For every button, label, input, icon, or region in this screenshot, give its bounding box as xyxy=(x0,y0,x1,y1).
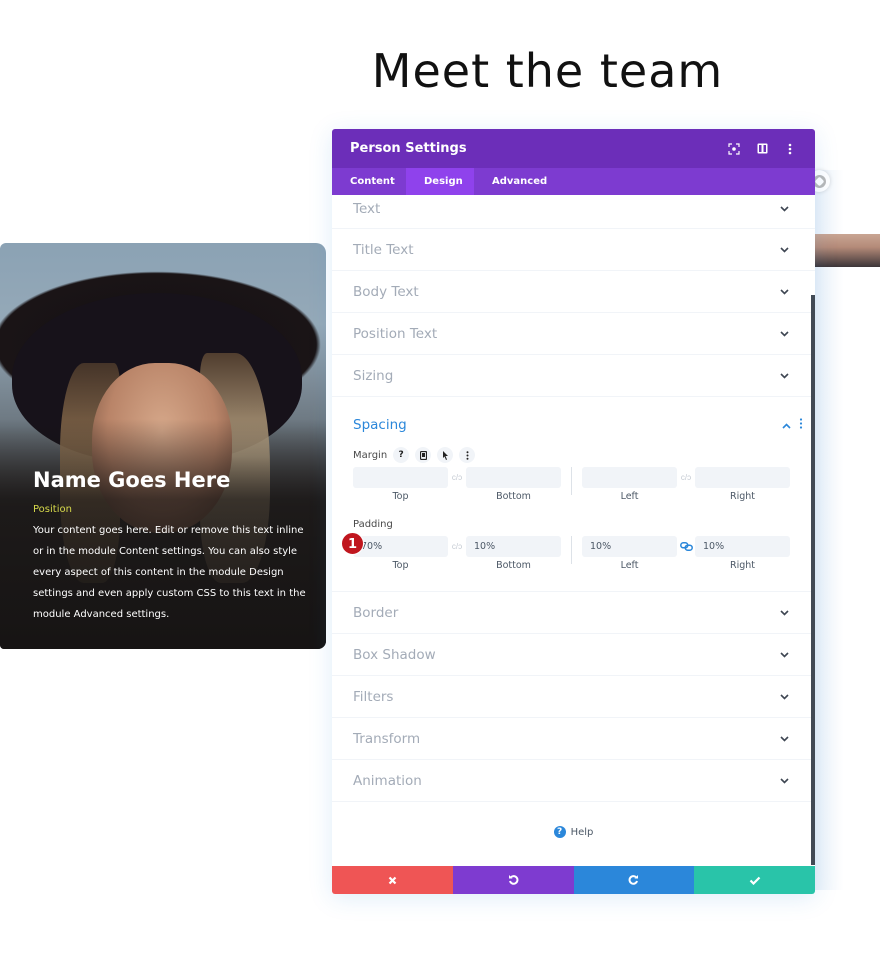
tab-design[interactable]: Design xyxy=(406,168,474,195)
modal-tabs: Content Design Advanced xyxy=(332,168,815,195)
padding-left-input[interactable]: 10% xyxy=(582,536,677,557)
responsive-icon[interactable] xyxy=(415,447,432,463)
group-sizing[interactable]: Sizing xyxy=(332,355,815,397)
split-view-icon[interactable] xyxy=(755,142,769,156)
chevron-down-icon xyxy=(779,204,789,214)
group-title: Animation xyxy=(353,772,422,789)
link-active-icon[interactable] xyxy=(677,536,695,557)
field-caption: Top xyxy=(392,560,409,571)
person-content: Your content goes here. Edit or remove t… xyxy=(33,525,306,620)
group-position-text[interactable]: Position Text xyxy=(332,313,815,355)
link-icon[interactable]: c/ɔ xyxy=(677,467,695,488)
chevron-up-icon[interactable] xyxy=(782,416,791,434)
group-title: Position Text xyxy=(353,325,438,342)
modal-header: Person Settings xyxy=(332,129,815,168)
tab-advanced[interactable]: Advanced xyxy=(474,168,565,195)
field-caption: Top xyxy=(392,491,409,502)
padding-right-input[interactable]: 10% xyxy=(695,536,790,557)
margin-right-input[interactable] xyxy=(695,467,790,488)
divider xyxy=(571,536,572,564)
chevron-down-icon xyxy=(779,371,789,381)
redo-icon xyxy=(628,873,639,888)
redo-button[interactable] xyxy=(573,866,695,894)
field-caption: Bottom xyxy=(496,491,531,502)
chevron-down-icon xyxy=(779,776,789,786)
group-title: Body Text xyxy=(353,283,419,300)
focus-icon[interactable] xyxy=(727,142,741,156)
undo-button[interactable] xyxy=(452,866,574,894)
person-position: Position xyxy=(33,504,72,515)
group-title: Transform xyxy=(353,730,421,747)
hover-cursor-icon[interactable] xyxy=(437,447,454,463)
field-caption: Right xyxy=(729,560,756,571)
group-animation[interactable]: Animation xyxy=(332,760,815,802)
group-box-shadow[interactable]: Box Shadow xyxy=(332,634,815,676)
check-icon xyxy=(749,873,761,888)
help-icon[interactable]: ? xyxy=(393,447,410,463)
link-icon[interactable]: c/ɔ xyxy=(448,536,466,557)
group-text[interactable]: Text xyxy=(332,195,815,229)
side-fade xyxy=(814,170,844,890)
group-title: Border xyxy=(353,604,399,621)
person-card[interactable]: Name Goes Here Position Your content goe… xyxy=(0,243,326,649)
group-filters[interactable]: Filters xyxy=(332,676,815,718)
group-transform[interactable]: Transform xyxy=(332,718,815,760)
field-caption: Bottom xyxy=(496,560,531,571)
divider xyxy=(571,467,572,495)
undo-icon xyxy=(508,873,519,888)
help-circle-icon: ? xyxy=(553,826,566,838)
field-caption: Left xyxy=(620,491,639,502)
person-settings-modal: Person Settings Content Design Advanced … xyxy=(332,129,815,894)
modal-footer xyxy=(332,866,815,894)
margin-left-input[interactable] xyxy=(582,467,677,488)
chevron-down-icon xyxy=(779,329,789,339)
step-badge: 1 xyxy=(341,532,364,555)
margin-top-input[interactable] xyxy=(353,467,448,488)
padding-top-input[interactable]: 70% xyxy=(353,536,448,557)
margin-bottom-input[interactable] xyxy=(466,467,561,488)
group-title: Sizing xyxy=(353,367,394,384)
link-icon[interactable]: c/ɔ xyxy=(448,467,466,488)
save-button[interactable] xyxy=(694,866,815,894)
chevron-down-icon xyxy=(779,692,789,702)
chevron-down-icon xyxy=(779,608,789,618)
group-title-text[interactable]: Title Text xyxy=(332,229,815,271)
group-title: Box Shadow xyxy=(353,646,436,663)
group-body-text[interactable]: Body Text xyxy=(332,271,815,313)
tab-content[interactable]: Content xyxy=(332,168,406,195)
more-options-icon[interactable] xyxy=(799,416,803,434)
chevron-down-icon xyxy=(779,245,789,255)
cancel-button[interactable] xyxy=(332,866,453,894)
page-title: Meet the team xyxy=(371,44,724,98)
group-border[interactable]: Border xyxy=(332,592,815,634)
modal-title: Person Settings xyxy=(350,141,467,156)
chevron-down-icon xyxy=(779,734,789,744)
next-person-thumbnail xyxy=(815,234,880,267)
padding-bottom-input[interactable]: 10% xyxy=(466,536,561,557)
settings-body: Text Title Text Body Text Position Text … xyxy=(332,195,815,866)
margin-label: Margin xyxy=(353,449,388,461)
close-icon xyxy=(388,873,397,888)
person-name: Name Goes Here xyxy=(33,468,231,492)
padding-label: Padding xyxy=(353,518,393,530)
field-caption: Left xyxy=(620,560,639,571)
margin-label-row: Margin ? xyxy=(353,447,815,463)
group-title: Text xyxy=(353,200,381,217)
group-spacing: Spacing Margin ? Top c/ɔ Bottom Left c/ɔ… xyxy=(332,397,815,592)
spacing-title: Spacing xyxy=(353,417,407,433)
help-label: Help xyxy=(570,826,594,838)
scrollbar[interactable] xyxy=(811,295,815,865)
group-title: Filters xyxy=(353,688,394,705)
help-link[interactable]: ? Help xyxy=(332,802,815,862)
group-title: Title Text xyxy=(353,241,414,258)
field-caption: Right xyxy=(729,491,756,502)
padding-label-row: Padding xyxy=(353,516,815,532)
chevron-down-icon xyxy=(779,287,789,297)
chevron-down-icon xyxy=(779,650,789,660)
more-options-icon[interactable] xyxy=(783,142,797,156)
more-options-icon[interactable] xyxy=(459,447,476,463)
spacing-header[interactable]: Spacing xyxy=(353,397,815,447)
